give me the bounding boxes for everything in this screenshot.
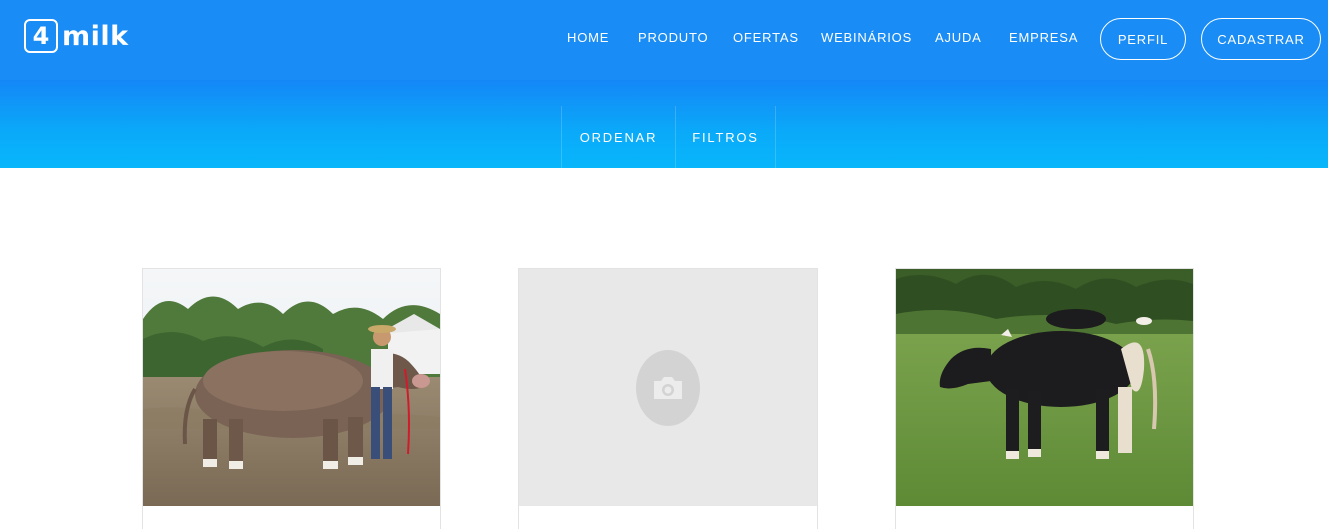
nav-home[interactable]: HOME (567, 30, 609, 45)
sort-button[interactable]: ORDENAR (561, 106, 675, 168)
top-header: 4 milk HOME PRODUTO OFERTAS WEBINÁRIOS A… (0, 0, 1328, 80)
profile-button[interactable]: PERFIL (1100, 18, 1186, 60)
filter-bar: ORDENAR FILTROS (0, 80, 1328, 168)
product-card[interactable] (142, 268, 441, 529)
logo-text: milk (62, 20, 129, 52)
nav-webinarios[interactable]: WEBINÁRIOS (821, 30, 912, 45)
product-card[interactable] (895, 268, 1194, 529)
black-bull-photo (896, 269, 1193, 506)
image-placeholder (519, 269, 817, 506)
filter-button[interactable]: FILTROS (675, 106, 776, 168)
register-button[interactable]: CADASTRAR (1201, 18, 1321, 60)
brown-bull-photo (143, 269, 440, 506)
logo-mark: 4 (24, 19, 58, 53)
logo[interactable]: 4 milk (24, 18, 129, 54)
nav-produto[interactable]: PRODUTO (638, 30, 708, 45)
nav-ajuda[interactable]: AJUDA (935, 30, 982, 45)
product-card[interactable] (518, 268, 818, 529)
camera-icon (636, 349, 700, 426)
nav-empresa[interactable]: EMPRESA (1009, 30, 1078, 45)
nav-ofertas[interactable]: OFERTAS (733, 30, 799, 45)
